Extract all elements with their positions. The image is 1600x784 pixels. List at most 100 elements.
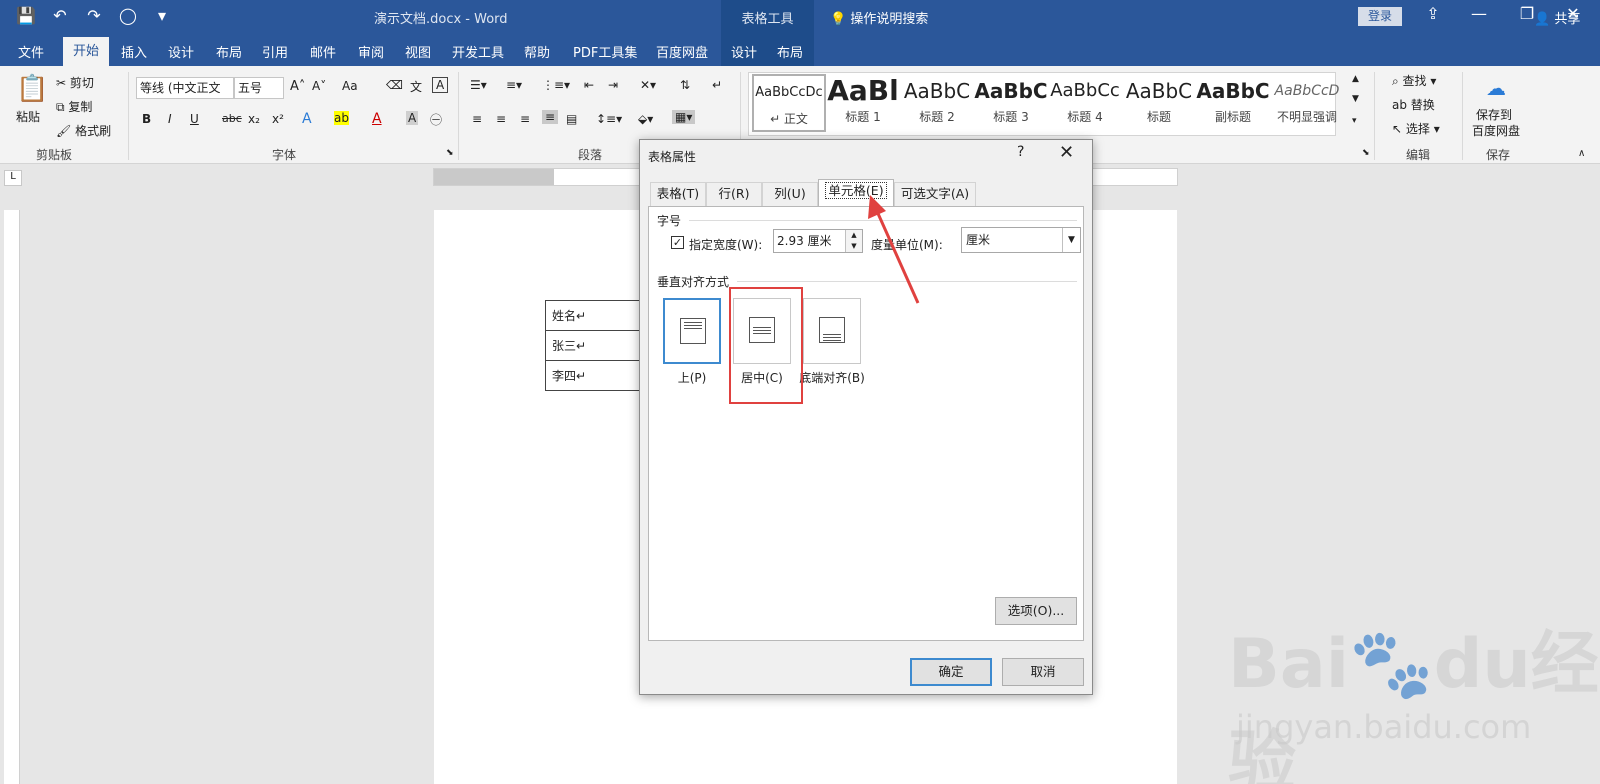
underline-button[interactable]: U — [190, 112, 199, 126]
font-name-select[interactable]: 等线 (中文正文 — [136, 77, 234, 99]
redo-icon[interactable]: ↷ — [84, 6, 104, 25]
tab-selector[interactable]: L — [4, 170, 22, 186]
style-subtitle[interactable]: AaBbC 副标题 — [1196, 74, 1270, 132]
shading-icon[interactable]: ⬙▾ — [638, 112, 653, 126]
tab-mailings[interactable]: 邮件 — [310, 42, 336, 61]
replace-button[interactable]: ab 替换 — [1392, 96, 1435, 113]
phonetic-icon[interactable]: 文 — [410, 78, 422, 95]
char-shading-icon[interactable]: A — [406, 111, 419, 125]
align-right-icon[interactable]: ≡ — [520, 112, 530, 126]
table-cell[interactable]: 姓名↵ — [545, 300, 646, 331]
cancel-button[interactable]: 取消 — [1002, 658, 1084, 686]
tab-table[interactable]: 表格(T) — [650, 182, 706, 206]
tab-file[interactable]: 文件 — [18, 42, 44, 61]
close-icon[interactable]: ✕ — [1059, 142, 1074, 163]
undo-icon[interactable]: ↶ — [50, 6, 70, 25]
ok-button[interactable]: 确定 — [910, 658, 992, 686]
font-size-select[interactable]: 五号 — [234, 77, 284, 99]
table-cell[interactable]: 李四↵ — [545, 360, 646, 391]
baidu-netdisk-icon[interactable]: ☁ — [1486, 76, 1506, 100]
valign-top-option[interactable] — [663, 298, 721, 364]
align-center-icon[interactable]: ≡ — [496, 112, 506, 126]
tab-layout[interactable]: 布局 — [216, 42, 242, 61]
align-left-icon[interactable]: ≡ — [472, 112, 482, 126]
share-button[interactable]: 👤 共享 — [1534, 8, 1580, 27]
save-to-label-1[interactable]: 保存到 — [1476, 106, 1512, 123]
tab-baidu-netdisk[interactable]: 百度网盘 — [656, 42, 708, 61]
style-heading-4[interactable]: AaBbCc 标题 4 — [1048, 74, 1122, 132]
shrink-font-icon[interactable]: A˅ — [312, 79, 326, 93]
minimize-icon[interactable]: — — [1464, 4, 1494, 23]
tab-references[interactable]: 引用 — [262, 42, 288, 61]
style-heading-3[interactable]: AaBbC 标题 3 — [974, 74, 1048, 132]
styles-scroll-down-icon[interactable]: ▼ — [1352, 94, 1359, 104]
numbering-icon[interactable]: ≡▾ — [506, 78, 522, 92]
vertical-ruler[interactable] — [4, 210, 20, 784]
customize-qat-icon[interactable]: ▾ — [152, 6, 172, 25]
tab-view[interactable]: 视图 — [405, 42, 431, 61]
styles-more-icon[interactable]: ▾ — [1352, 116, 1357, 126]
cut-button[interactable]: ✂ 剪切 — [56, 74, 94, 91]
strikethrough-button[interactable]: abc — [222, 112, 242, 125]
chinese-layout-icon[interactable]: ✕▾ — [640, 78, 656, 92]
tab-table-layout[interactable]: 布局 — [777, 42, 803, 61]
subscript-button[interactable]: x₂ — [248, 112, 260, 126]
login-button[interactable]: 登录 — [1358, 7, 1402, 26]
bullets-icon[interactable]: ☰▾ — [470, 78, 487, 92]
select-button[interactable]: ↖ 选择 ▾ — [1392, 120, 1440, 137]
grow-font-icon[interactable]: A˄ — [290, 79, 305, 94]
tab-review[interactable]: 审阅 — [358, 42, 384, 61]
style-normal[interactable]: AaBbCcDc ↵ 正文 — [752, 74, 826, 132]
collapse-ribbon-icon[interactable]: ∧ — [1578, 148, 1585, 159]
increase-indent-icon[interactable]: ⇥ — [608, 78, 618, 92]
font-color-icon[interactable]: A — [372, 111, 382, 127]
enclose-char-icon[interactable]: ㊀ — [430, 111, 442, 128]
multilevel-list-icon[interactable]: ⋮≡▾ — [542, 78, 570, 92]
change-case-button[interactable]: Aa — [342, 79, 358, 93]
superscript-button[interactable]: x² — [272, 112, 284, 126]
tell-me-search[interactable]: 💡 操作说明搜索 — [830, 8, 928, 27]
tab-table-design[interactable]: 设计 — [731, 42, 757, 61]
style-title[interactable]: AaBbC 标题 — [1122, 74, 1196, 132]
justify-icon[interactable]: ≡ — [542, 110, 559, 124]
line-spacing-icon[interactable]: ↕≡▾ — [596, 112, 622, 126]
tab-row[interactable]: 行(R) — [706, 182, 762, 206]
specify-width-checkbox[interactable]: ✓ — [671, 236, 684, 249]
bold-button[interactable]: B — [142, 112, 151, 126]
options-button[interactable]: 选项(O)... — [995, 597, 1077, 625]
circle-icon[interactable]: ◯ — [118, 6, 138, 25]
tab-help[interactable]: 帮助 — [524, 42, 550, 61]
save-to-label-2[interactable]: 百度网盘 — [1472, 122, 1520, 139]
styles-dialog-launcher-icon[interactable]: ⬊ — [1362, 148, 1370, 158]
tab-design[interactable]: 设计 — [168, 42, 194, 61]
copy-button[interactable]: ⧉ 复制 — [56, 98, 92, 115]
unit-select[interactable]: 厘米 ▼ — [961, 227, 1081, 253]
decrease-indent-icon[interactable]: ⇤ — [584, 78, 594, 92]
paste-button[interactable]: 粘贴 — [16, 108, 40, 125]
valign-bottom-option[interactable] — [803, 298, 861, 364]
tab-developer[interactable]: 开发工具 — [452, 42, 504, 61]
sort-icon[interactable]: ⇅ — [680, 78, 690, 92]
font-dialog-launcher-icon[interactable]: ⬊ — [446, 148, 454, 158]
ribbon-display-icon[interactable]: ⇪ — [1418, 4, 1448, 23]
show-marks-icon[interactable]: ↵ — [712, 78, 722, 92]
highlight-icon[interactable]: ab — [334, 111, 349, 125]
help-icon[interactable]: ? — [1017, 144, 1024, 160]
clear-format-icon[interactable]: ⌫ — [386, 78, 403, 92]
tab-pdf-tools[interactable]: PDF工具集 — [573, 42, 637, 61]
style-subtle-emphasis[interactable]: AaBbCcD 不明显强调 — [1270, 74, 1344, 132]
tab-home[interactable]: 开始 — [63, 37, 109, 66]
styles-scroll-up-icon[interactable]: ▲ — [1352, 74, 1359, 84]
find-button[interactable]: ⌕ 查找 ▾ — [1392, 72, 1436, 89]
char-border-icon[interactable]: A — [432, 77, 449, 93]
style-heading-2[interactable]: AaBbC 标题 2 — [900, 74, 974, 132]
document-table[interactable]: 姓名↵ 张三↵ 李四↵ — [545, 300, 646, 391]
paste-icon[interactable]: 📋 — [16, 74, 48, 104]
borders-icon[interactable]: ▦▾ — [672, 110, 696, 124]
format-painter-button[interactable]: 🖌 格式刷 — [56, 122, 111, 139]
style-heading-1[interactable]: AaBl 标题 1 — [826, 74, 900, 132]
table-cell[interactable]: 张三↵ — [545, 330, 646, 361]
tab-insert[interactable]: 插入 — [121, 42, 147, 61]
text-effects-icon[interactable]: A — [302, 111, 312, 127]
distributed-icon[interactable]: ▤ — [566, 112, 577, 126]
